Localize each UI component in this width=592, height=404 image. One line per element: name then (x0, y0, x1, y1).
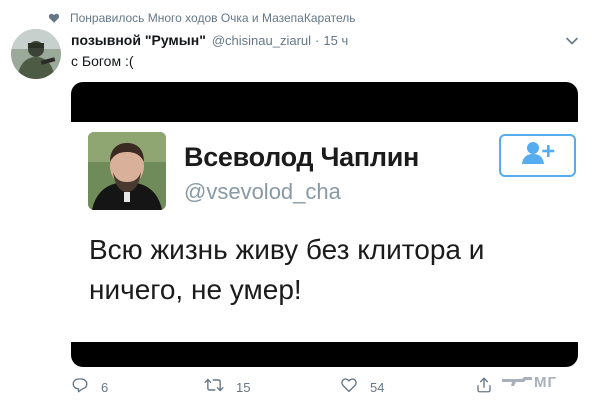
add-user-icon (520, 140, 556, 171)
embedded-screenshot: Всеволод Чаплин @vsevolod_cha Всю жизнь … (71, 122, 578, 342)
author-avatar[interactable] (11, 29, 61, 79)
card-text: Всю жизнь живу без клитора и ничего, не … (89, 234, 485, 305)
author-handle[interactable]: @chisinau_ziarul (212, 33, 311, 48)
tweet-media[interactable]: Всеволод Чаплин @vsevolod_cha Всю жизнь … (71, 82, 578, 367)
watermark: МГ (502, 373, 557, 392)
reply-icon (71, 376, 89, 399)
like-count: 54 (370, 379, 385, 395)
follow-button (499, 134, 576, 177)
reply-button[interactable]: 6 (71, 376, 108, 398)
like-icon (340, 376, 358, 399)
author-name[interactable]: позывной "Румын" (71, 32, 206, 48)
chevron-down-icon[interactable] (565, 34, 579, 48)
like-button[interactable]: 54 (340, 376, 384, 398)
heart-icon (48, 12, 60, 24)
profile-photo (88, 132, 166, 210)
share-icon (475, 376, 493, 399)
retweet-count: 15 (236, 379, 251, 395)
retweet-icon (204, 376, 224, 399)
reply-count: 6 (101, 379, 109, 395)
tweet-header: позывной "Румын" @chisinau_ziarul · 15 ч (71, 32, 348, 48)
header-separator: · (315, 33, 320, 48)
card-author-name: Всеволод Чаплин (184, 142, 420, 172)
share-button[interactable] (475, 376, 493, 398)
social-context-text[interactable]: Понравилось Много ходов Очка и МазепаКар… (70, 11, 356, 25)
card-author-handle: @vsevolod_cha (184, 179, 341, 204)
rifle-icon (502, 373, 532, 392)
watermark-text: МГ (534, 374, 557, 391)
retweet-button[interactable]: 15 (204, 376, 250, 398)
tweet-timestamp[interactable]: 15 ч (323, 33, 348, 48)
social-context: Понравилось Много ходов Очка и МазепаКар… (48, 9, 356, 27)
tweet-text: с Богом :( (71, 53, 134, 69)
tweet-actions: 6 15 54 МГ (71, 373, 571, 398)
